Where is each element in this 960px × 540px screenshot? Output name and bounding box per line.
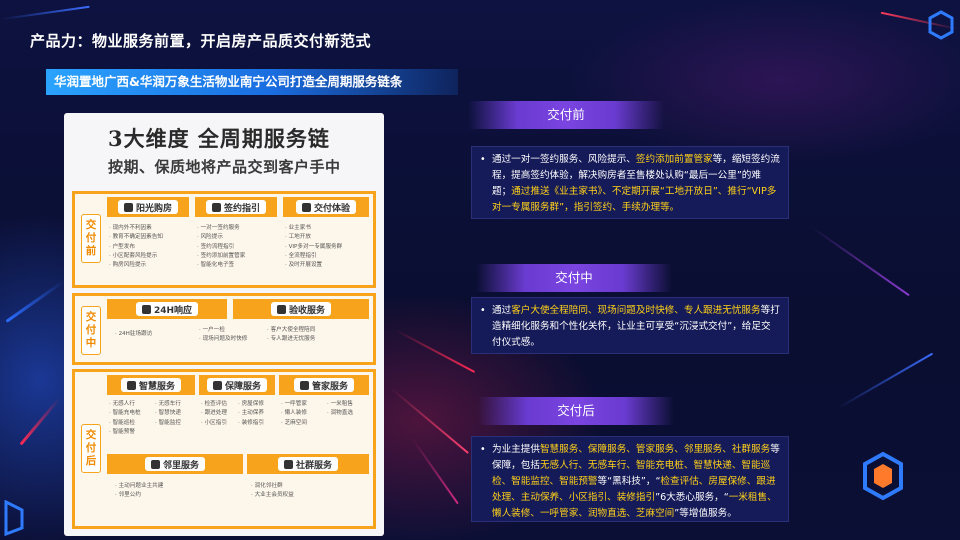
body-text: ”6大悉心服务，“: [655, 492, 729, 503]
column-head: 保障服务: [199, 375, 275, 395]
decor-streak: [391, 388, 469, 454]
community-icon: [283, 459, 293, 469]
column-title: 管家服务: [311, 381, 348, 392]
column-list: 客户大使全程陪同专人跟进无忧服务: [267, 326, 371, 345]
subtitle-bar: 华润置地广西&华润万象生活物业南宁公司打造全周期服务链条: [46, 69, 458, 95]
highlight-text: 客户大使全程陪同、现场问题及时快修、专人跟进无忧服务: [511, 305, 761, 316]
column-list: 一米租售润物直选: [327, 400, 371, 419]
column-head: 邻里服务: [107, 454, 243, 474]
column-title: 阳光购房: [135, 203, 172, 214]
column-title: 智慧服务: [138, 381, 175, 392]
column-head: 交付体验: [283, 197, 369, 217]
stage-during: 交付中 24H响应 验收服务 24H驻场跟访 一户一检现场问题及时快修 客户大使…: [72, 293, 376, 365]
column-head: 社群服务: [247, 454, 369, 474]
body-text: 为业主提供: [492, 444, 540, 455]
bullet: •: [480, 305, 486, 316]
rich-text: 通过客户大使全程陪同、现场问题及时快修、专人跟进无忧服务等打造精细化服务和个性化…: [492, 305, 780, 348]
section-heading-during: 交付中: [476, 264, 672, 292]
decor-streak: [810, 225, 910, 297]
inspection-icon: [276, 304, 286, 314]
column-list: 一对一签约服务风险提示签约流程指引签约添加前置管家智能化电子签: [197, 224, 281, 270]
body-text: ”等增值服务。: [674, 508, 737, 519]
highlight-text: 通过推送《业主家书》、不定期开展“工地开放日”、推行“VIP多对一专属服务群”，…: [492, 186, 777, 213]
column-head: 阳光购房: [107, 197, 189, 217]
decor-streak: [5, 280, 65, 323]
column-list: 现内外不利因素教育不确定因素告知户型发布小区配套风险提示购房风险提示: [109, 224, 193, 270]
column-head: 智慧服务: [107, 375, 195, 395]
highlight-text: 智慧服务、保障服务、管家服务、邻里服务、社群服务: [539, 444, 771, 455]
bulb-icon: [126, 380, 136, 390]
stage-label: 交付前: [81, 214, 101, 263]
column-list: 业主家书工地开放VIP多对一专属服务群全流程指引及时开展设置: [285, 224, 371, 270]
clock-icon: [141, 304, 151, 314]
decor-streak: [836, 352, 934, 410]
decor-streak: [411, 437, 459, 505]
section-heading-before: 交付前: [468, 101, 664, 129]
shield-icon: [212, 380, 222, 390]
column-list: 房屋保修主动保养装修指引: [238, 400, 276, 428]
column-list: 检查评估跟进处理小区指引: [201, 400, 237, 428]
section-text-during: • 通过客户大使全程陪同、现场问题及时快修、专人跟进无忧服务等打造精细化服务和个…: [471, 297, 789, 354]
column-title: 24H响应: [153, 305, 193, 316]
hexagon-decor-icon: [928, 10, 954, 40]
neighbor-icon: [150, 459, 160, 469]
infographic-panel: 3大维度 全周期服务链 按期、保质地将产品交到客户手中 交付前 阳光购房 签约指…: [64, 113, 384, 536]
stage-before: 交付前 阳光购房 签约指引 交付体验 现内外不利因素教育不确定因素告知户型发布小…: [72, 191, 376, 288]
rich-text: 通过一对一签约服务、风险提示、签约添加前置管家等，缩短签约流程，提高签约体验，解…: [492, 154, 780, 213]
bullet: •: [480, 444, 486, 455]
column-list: 润化邻社群大业主会员权益: [251, 482, 371, 501]
column-list: 一呼管家懒人装修芝麻空间: [281, 400, 325, 428]
stage-label: 交付后: [81, 424, 101, 473]
column-list: 无感车行智慧快递智能监控: [155, 400, 197, 428]
decor-streak: [19, 397, 61, 446]
rich-text: 为业主提供智慧服务、保障服务、管家服务、邻里服务、社群服务等保障，包括无感人行、…: [492, 444, 780, 519]
infographic-subtitle: 按期、保质地将产品交到客户手中: [108, 158, 341, 176]
column-list: 一户一检现场问题及时快修: [199, 326, 269, 345]
column-title: 签约指引: [223, 203, 260, 214]
column-title: 交付体验: [313, 203, 350, 214]
column-title: 邻里服务: [162, 460, 199, 471]
column-title: 社群服务: [295, 460, 332, 471]
bullet: •: [480, 154, 486, 165]
column-head: 管家服务: [279, 375, 369, 395]
column-head: 验收服务: [233, 299, 369, 319]
section-heading-after: 交付后: [478, 397, 674, 425]
column-title: 保障服务: [224, 381, 261, 392]
section-text-before: • 通过一对一签约服务、风险提示、签约添加前置管家等，缩短签约流程，提高签约体验…: [471, 146, 789, 219]
page-title: 产品力：物业服务前置，开启房产品质交付新范式: [30, 32, 372, 50]
column-list: 无感人行智能充电桩智能巡检智能预警: [109, 400, 153, 437]
infographic-title: 3大维度 全周期服务链: [108, 126, 330, 151]
column-head: 24H响应: [107, 299, 227, 319]
contract-icon: [211, 202, 221, 212]
section-text-after: • 为业主提供智慧服务、保障服务、管家服务、邻里服务、社群服务等保障，包括无感人…: [471, 436, 789, 522]
butler-icon: [299, 380, 309, 390]
sun-icon: [123, 202, 133, 212]
hexagon-decor-icon: [863, 452, 903, 500]
highlight-text: 签约添加前置管家: [635, 154, 713, 165]
column-list: 主动问题业主共建邻里公约: [115, 482, 241, 501]
hexagon-decor-icon: [4, 500, 24, 536]
stage-after: 交付后 智慧服务 保障服务 管家服务 无感人行智能充电桩智能巡检智能预警 无感车…: [72, 369, 376, 529]
body-text: 通过一对一签约服务、风险提示、: [492, 154, 636, 165]
decor-streak: [394, 328, 476, 374]
stage-label: 交付中: [81, 306, 101, 355]
experience-icon: [301, 202, 311, 212]
body-text: 通过: [492, 305, 512, 316]
decor-streak: [0, 5, 90, 21]
body-text: 等“黑科技”，“: [597, 476, 661, 487]
column-title: 验收服务: [288, 305, 325, 316]
column-head: 签约指引: [195, 197, 277, 217]
